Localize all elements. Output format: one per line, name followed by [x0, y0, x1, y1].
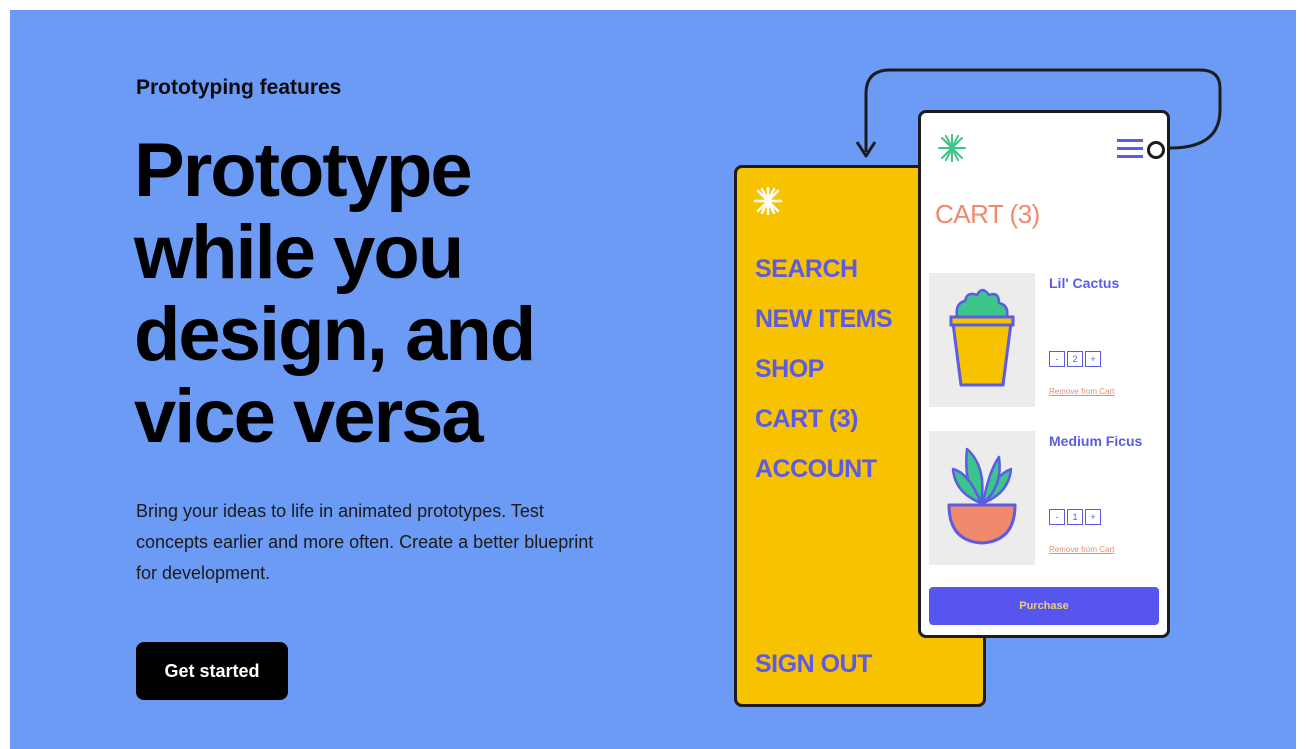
- product-thumbnail: [929, 431, 1035, 565]
- ficus-illustration: [947, 447, 1017, 545]
- quantity-stepper: - 1 +: [1049, 509, 1103, 525]
- remove-from-cart-link[interactable]: Remove from Cart: [1049, 545, 1114, 554]
- purchase-button[interactable]: Purchase: [929, 587, 1159, 625]
- hamburger-icon[interactable]: [1117, 139, 1143, 161]
- menu-item-shop[interactable]: SHOP: [755, 344, 892, 394]
- menu-item-search[interactable]: SEARCH: [755, 244, 892, 294]
- menu-list: SEARCH NEW ITEMS SHOP CART (3) ACCOUNT: [755, 244, 893, 494]
- remove-from-cart-link[interactable]: Remove from Cart: [1049, 387, 1114, 396]
- sign-out-link[interactable]: SIGN OUT: [755, 650, 872, 679]
- headline-line: design, and: [134, 292, 536, 377]
- quantity-value: 2: [1067, 351, 1083, 367]
- headline-line: vice versa: [134, 374, 484, 459]
- prototype-hotspot-icon: [1147, 141, 1165, 159]
- cart-screen-mockup: CART (3) Lil' Cactus - 2 + Remove from C…: [918, 110, 1170, 638]
- spark-icon: [938, 134, 966, 162]
- quantity-stepper: - 2 +: [1049, 351, 1103, 367]
- hero-headline: Prototype while you design, and vice ver…: [134, 130, 654, 458]
- get-started-button[interactable]: Get started: [136, 642, 288, 700]
- product-name: Lil' Cactus: [1049, 275, 1120, 291]
- cactus-illustration: [949, 288, 1015, 387]
- cart-product: Lil' Cactus - 2 + Remove from Cart: [929, 273, 1157, 408]
- hero-section: Prototyping features Prototype while you…: [10, 10, 1296, 749]
- increment-button[interactable]: +: [1085, 509, 1101, 525]
- menu-item-new-items[interactable]: NEW ITEMS: [755, 294, 893, 344]
- cart-title: CART (3): [935, 199, 1040, 229]
- hero-description: Bring your ideas to life in animated pro…: [136, 501, 594, 583]
- spark-icon: [753, 186, 783, 216]
- increment-button[interactable]: +: [1085, 351, 1101, 367]
- headline-line: while you: [134, 210, 464, 295]
- quantity-value: 1: [1067, 509, 1083, 525]
- menu-item-account[interactable]: ACCOUNT: [755, 444, 892, 494]
- decrement-button[interactable]: -: [1049, 351, 1065, 367]
- menu-item-cart[interactable]: CART (3): [755, 394, 892, 444]
- section-eyebrow: Prototyping features: [136, 76, 342, 99]
- decrement-button[interactable]: -: [1049, 509, 1065, 525]
- headline-line: Prototype: [134, 128, 473, 213]
- product-name: Medium Ficus: [1049, 433, 1143, 449]
- product-thumbnail: [929, 273, 1035, 407]
- cart-product: Medium Ficus - 1 + Remove from Cart: [929, 431, 1157, 566]
